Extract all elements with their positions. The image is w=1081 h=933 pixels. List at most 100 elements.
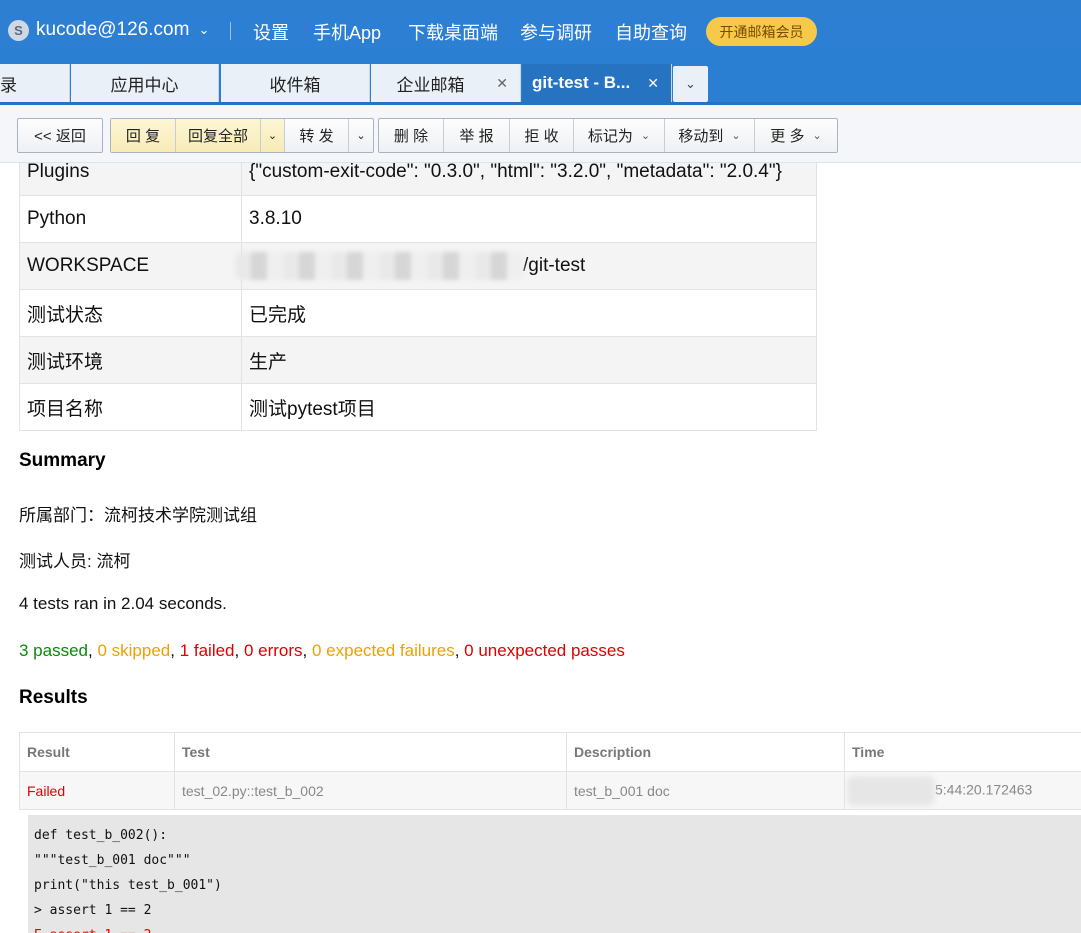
chevron-down-icon: ⌄: [267, 130, 278, 142]
more-button[interactable]: 更 多 ⌄: [755, 119, 837, 152]
results-table: Result Test Description Time Failed test…: [19, 732, 1081, 810]
account-menu[interactable]: S kucode@126.com ⌄: [8, 19, 209, 41]
code-line-error: E assert 1 == 2: [34, 923, 1075, 933]
survey-link[interactable]: 参与调研: [520, 19, 592, 45]
back-button[interactable]: << 返回: [18, 119, 102, 152]
tab-label: 收件箱: [269, 75, 321, 95]
table-header-row: Result Test Description Time: [19, 732, 1081, 772]
self-service-link[interactable]: 自助查询: [615, 19, 687, 45]
skipped-filter[interactable]: 0 skipped: [97, 641, 170, 660]
env-key: WORKSPACE: [19, 242, 242, 290]
time-cell: 5:44:20.172463: [844, 771, 1081, 810]
tab-app-center[interactable]: 应用中心: [71, 64, 219, 102]
tab-strip: 录 应用中心 收件箱 企业邮箱 ✕ git-test - B... ✕ ⌄: [0, 64, 1081, 104]
table-row: 项目名称 测试pytest项目: [19, 383, 817, 431]
chevron-down-icon: ⌄: [356, 130, 366, 142]
mail-toolbar: << 返回 回 复 回复全部 ⌄ 转 发 ⌄ 删 除 举 报 拒 收 标记为 ⌄ …: [0, 105, 1081, 163]
tab-label: 企业邮箱: [396, 75, 465, 95]
table-row[interactable]: Failed test_02.py::test_b_002 test_b_001…: [19, 771, 1081, 810]
summary-heading: Summary: [19, 450, 106, 471]
vip-button[interactable]: 开通邮箱会员: [706, 17, 817, 46]
mark-as-button[interactable]: 标记为 ⌄: [574, 119, 665, 152]
code-line: print("this test_b_001"): [34, 878, 222, 893]
forward-dropdown[interactable]: ⌄: [349, 119, 373, 152]
table-row: WORKSPACE/git-test: [19, 242, 817, 290]
tab-label: git-test - B...: [532, 73, 631, 92]
button-label: 标记为: [587, 128, 633, 145]
time-value: 5:44:20.172463: [935, 781, 1033, 798]
mobile-app-link[interactable]: 手机App: [313, 19, 381, 45]
errors-filter[interactable]: 0 errors: [244, 641, 303, 660]
env-key: 测试环境: [19, 336, 242, 384]
chevron-down-icon: ⌄: [812, 130, 822, 142]
env-value: 生产: [241, 336, 817, 384]
chevron-down-icon: ⌄: [731, 130, 741, 142]
top-bar: S kucode@126.com ⌄ 设置 手机App 下载桌面端 参与调研 自…: [0, 0, 1081, 64]
chevron-down-icon: ⌄: [685, 76, 696, 91]
table-row: 测试状态 已完成: [19, 289, 817, 337]
column-header-description[interactable]: Description: [566, 732, 845, 772]
mail-body: Plugins {"custom-exit-code": "0.3.0", "ht…: [0, 163, 1081, 933]
tab-overflow-button[interactable]: ⌄: [673, 66, 708, 102]
table-row: Python 3.8.10: [19, 195, 817, 243]
run-summary: 4 tests ran in 2.04 seconds.: [19, 594, 227, 613]
env-value: {"custom-exit-code": "0.3.0", "html": "3…: [241, 163, 817, 196]
button-label: 更 多: [770, 128, 805, 145]
tab-enterprise-mail[interactable]: 企业邮箱 ✕: [371, 64, 521, 102]
env-value: 测试pytest项目: [241, 383, 817, 431]
failed-filter[interactable]: 1 failed: [180, 641, 235, 660]
move-to-button[interactable]: 移动到 ⌄: [665, 119, 755, 152]
reply-group: 回 复 回复全部 ⌄ 转 发 ⌄: [110, 118, 374, 153]
redacted-path: [235, 252, 523, 280]
account-email: kucode@126.com: [36, 19, 190, 40]
action-group: 删 除 举 报 拒 收 标记为 ⌄ 移动到 ⌄ 更 多 ⌄: [378, 118, 838, 153]
column-header-time[interactable]: Time: [844, 732, 1081, 772]
redacted-date: [847, 775, 935, 806]
tab-inbox[interactable]: 收件箱: [221, 64, 370, 102]
xfail-filter[interactable]: 0 expected failures: [312, 641, 455, 660]
tester-text: 测试人员: 流柯: [19, 552, 131, 571]
back-group: << 返回: [17, 118, 103, 153]
delete-button[interactable]: 删 除: [379, 119, 444, 152]
tab-contacts[interactable]: 录: [0, 64, 70, 102]
tab-label: 应用中心: [110, 75, 179, 95]
failure-log: def test_b_002(): """test_b_001 doc""" pri…: [28, 815, 1081, 933]
table-row: 测试环境 生产: [19, 336, 817, 384]
test-cell: test_02.py::test_b_002: [174, 771, 567, 810]
column-header-test[interactable]: Test: [174, 732, 567, 772]
code-line: """test_b_001 doc""": [34, 853, 191, 868]
env-value: /git-test: [523, 255, 586, 277]
passed-filter[interactable]: 3 passed: [19, 641, 88, 660]
tab-label: 录: [0, 75, 17, 95]
reply-all-dropdown[interactable]: ⌄: [261, 119, 285, 152]
department-text: 所属部门：流柯技术学院测试组: [19, 506, 257, 525]
close-icon[interactable]: ✕: [647, 75, 659, 92]
code-line: > assert 1 == 2: [34, 903, 152, 918]
reject-button[interactable]: 拒 收: [510, 119, 574, 152]
env-value: 3.8.10: [241, 195, 817, 243]
env-value: 已完成: [241, 289, 817, 337]
chevron-down-icon: ⌄: [198, 22, 210, 37]
reply-button[interactable]: 回 复: [111, 119, 176, 152]
code-line: def test_b_002():: [34, 828, 168, 843]
xpass-filter[interactable]: 0 unexpected passes: [464, 641, 625, 660]
table-row: Plugins {"custom-exit-code": "0.3.0", "ht…: [19, 163, 817, 196]
download-desktop-link[interactable]: 下载桌面端: [408, 19, 498, 45]
tab-git-test[interactable]: git-test - B... ✕: [522, 64, 672, 102]
env-key: Python: [19, 195, 242, 243]
column-header-result[interactable]: Result: [19, 732, 175, 772]
settings-link[interactable]: 设置: [253, 19, 289, 45]
env-value-cell: /git-test: [235, 242, 817, 290]
forward-button[interactable]: 转 发: [285, 119, 349, 152]
button-label: 移动到: [678, 128, 724, 145]
description-cell: test_b_001 doc: [566, 771, 845, 810]
chevron-down-icon: ⌄: [640, 130, 651, 142]
env-key: 项目名称: [19, 383, 242, 431]
close-icon[interactable]: ✕: [496, 75, 508, 92]
environment-table: Plugins {"custom-exit-code": "0.3.0", "ht…: [19, 163, 817, 431]
result-counts: 3 passed, 0 skipped, 1 failed, 0 errors,…: [19, 641, 625, 660]
reply-all-button[interactable]: 回复全部: [176, 119, 261, 152]
report-button[interactable]: 举 报: [444, 119, 510, 152]
env-key: Plugins: [19, 163, 242, 196]
env-key: 测试状态: [19, 289, 242, 337]
